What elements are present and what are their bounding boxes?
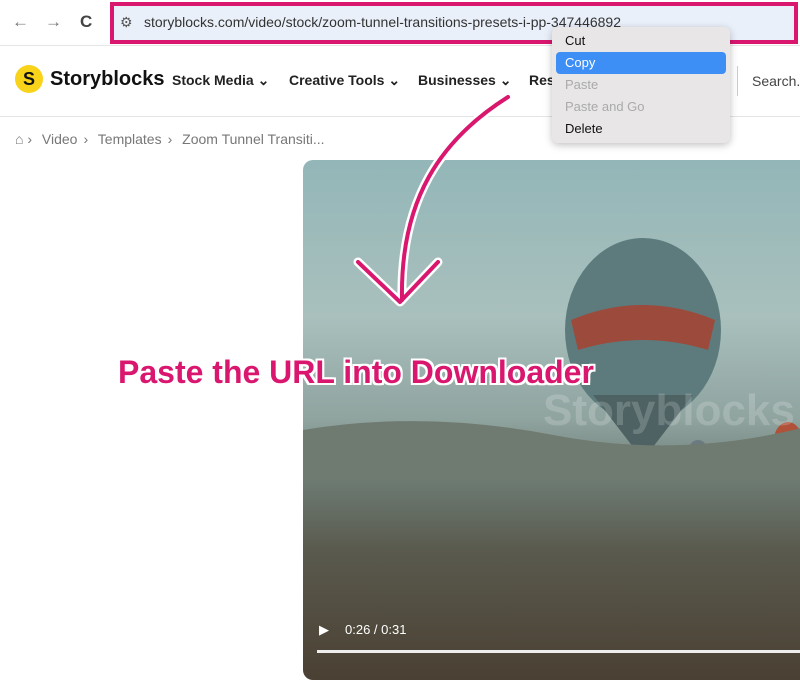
menu-item-delete[interactable]: Delete bbox=[556, 118, 726, 140]
menu-item-cut[interactable]: Cut bbox=[556, 30, 726, 52]
menu-item-paste: Paste bbox=[565, 77, 599, 92]
menu-item-copy[interactable]: Copy bbox=[556, 52, 726, 74]
context-menu: Cut Copy Paste Paste and Go Delete bbox=[552, 27, 730, 143]
annotation-caption: Paste the URL into Downloader bbox=[118, 354, 594, 390]
menu-item-paste-and-go: Paste and Go bbox=[565, 99, 645, 114]
